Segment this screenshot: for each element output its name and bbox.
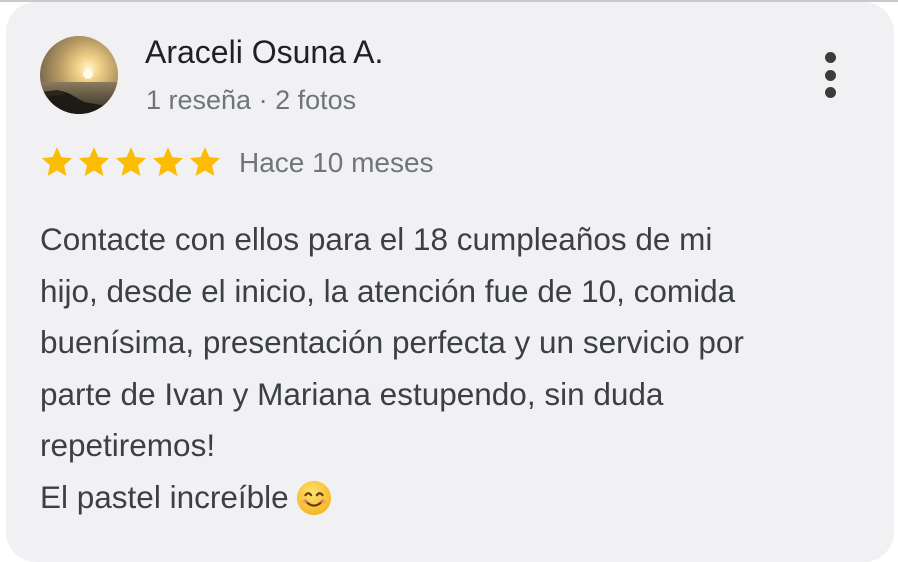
star-icon [41,147,73,176]
star-icon [152,147,184,176]
reviewer-stats[interactable]: 1 reseña · 2 fotos [146,82,356,118]
star-icon [78,147,110,176]
star-rating [39,144,223,180]
more-vert-icon [824,52,836,63]
more-vert-icon-dot [824,87,836,98]
star-icon [115,147,147,176]
review-date: Hace 10 meses [239,147,434,178]
smiling-face-emoji [296,480,331,515]
review-body: Contacte con ellos para el 18 cumpleaños… [40,214,870,523]
more-vert-icon-dot [824,69,836,81]
reviewer-avatar[interactable] [40,36,118,114]
review-text: Contacte con ellos para el 18 cumpleaños… [40,221,744,515]
review-card: Araceli Osuna A. 1 reseña · 2 fotos Hace… [6,2,894,562]
reviewer-name[interactable]: Araceli Osuna A. [145,32,383,72]
more-options-button[interactable] [810,52,850,98]
star-icon [189,147,221,176]
